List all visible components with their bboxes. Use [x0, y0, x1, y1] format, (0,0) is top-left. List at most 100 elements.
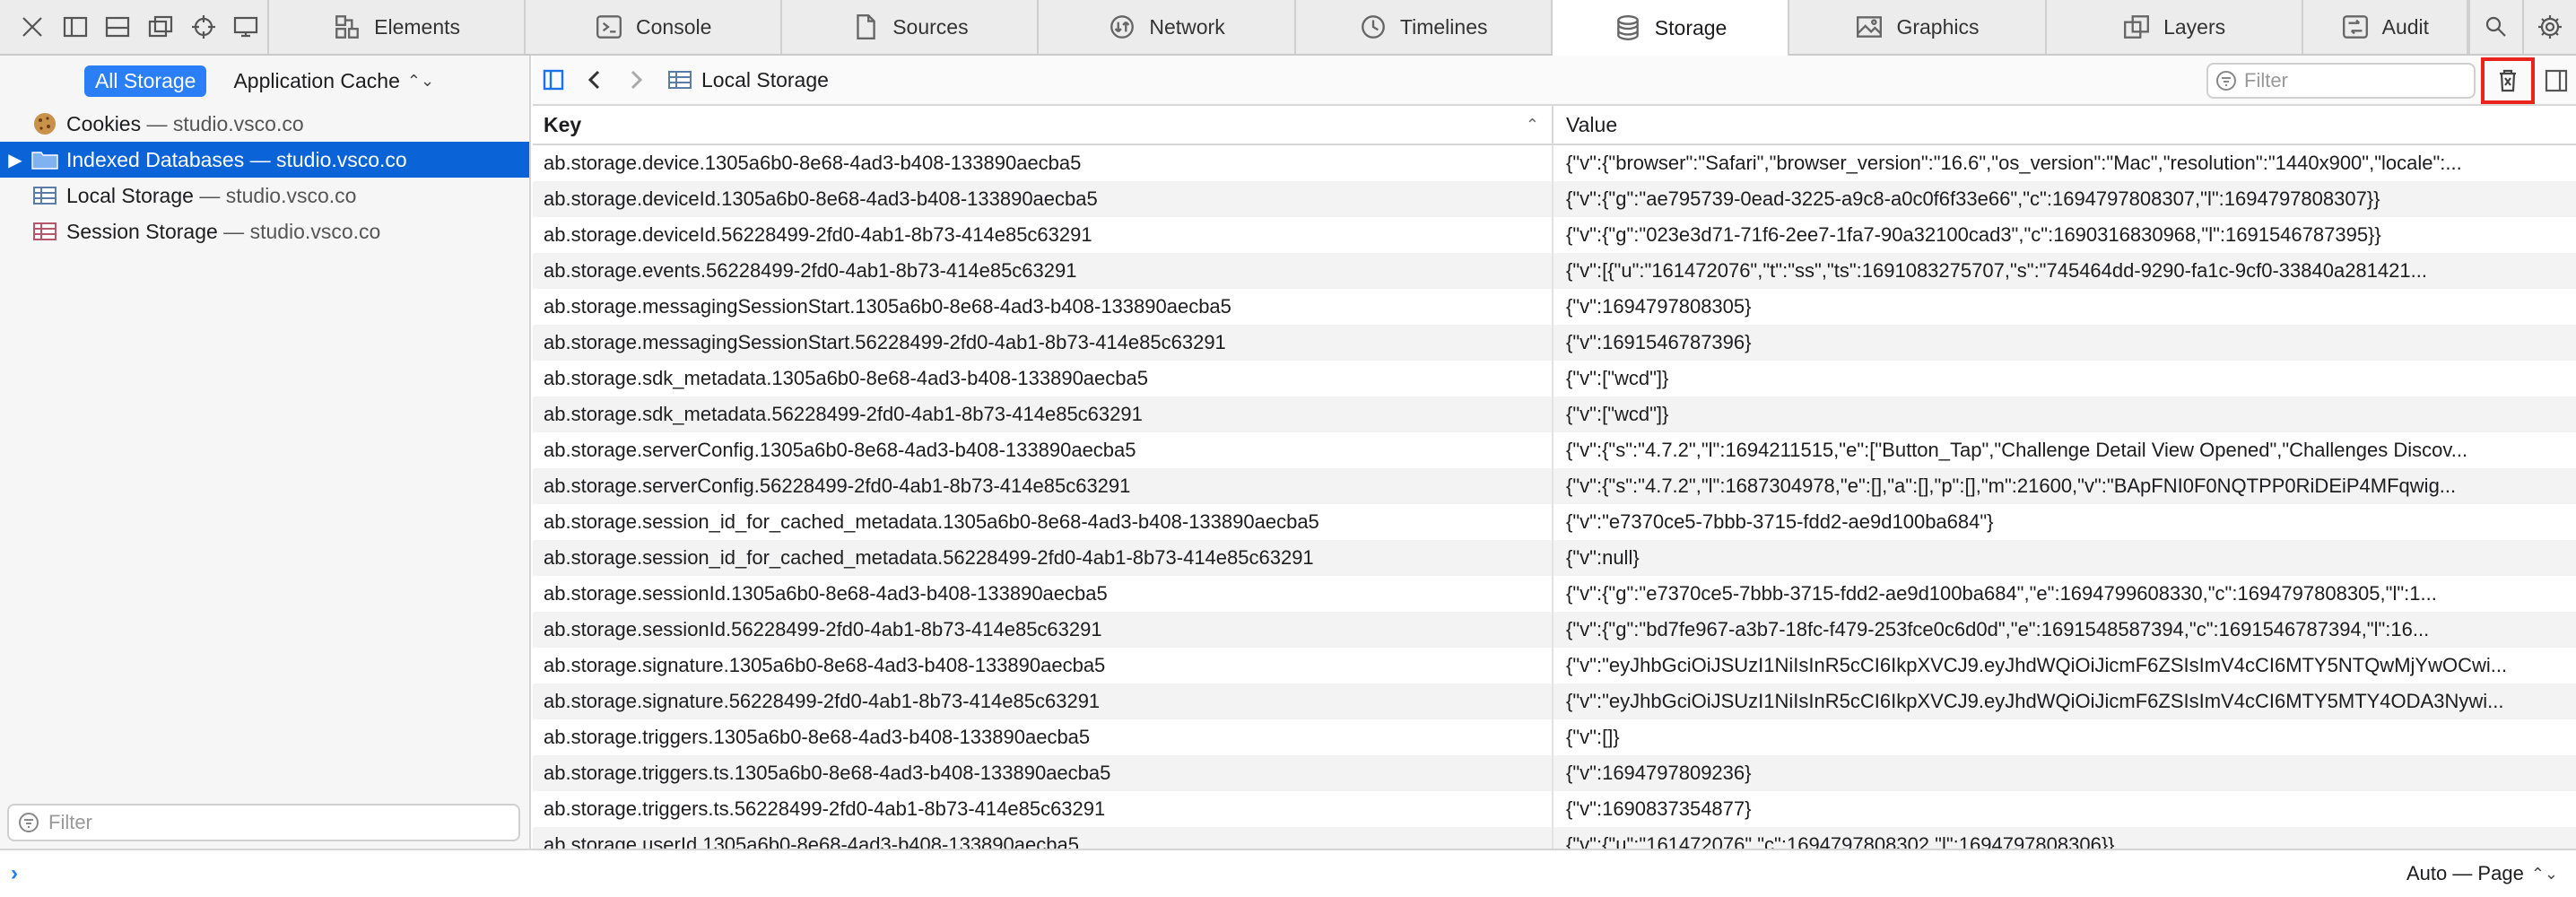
table-row[interactable]: ab.storage.session_id_for_cached_metadat…: [533, 504, 2576, 540]
tab-elements[interactable]: Elements: [269, 0, 527, 54]
tab-timelines[interactable]: Timelines: [1296, 0, 1553, 54]
cell-value[interactable]: {"v":null}: [1553, 540, 2574, 576]
table-row[interactable]: ab.storage.serverConfig.56228499-2fd0-4a…: [533, 468, 2576, 504]
content-filter-input[interactable]: [2244, 69, 2459, 92]
cell-value[interactable]: {"v":{"s":"4.7.2","l":1694211515,"e":["B…: [1553, 432, 2574, 468]
cell-value[interactable]: {"v":{"g":"e7370ce5-7bbb-3715-fdd2-ae9d1…: [1553, 576, 2574, 612]
cell-key[interactable]: ab.storage.sdk_metadata.56228499-2fd0-4a…: [533, 396, 1553, 432]
table-icon: [30, 219, 59, 244]
tab-storage[interactable]: Storage: [1552, 0, 1790, 56]
cell-key[interactable]: ab.storage.messagingSessionStart.1305a6b…: [533, 289, 1553, 325]
sidebar-filter-input[interactable]: [48, 811, 479, 834]
table-row[interactable]: ab.storage.triggers.1305a6b0-8e68-4ad3-b…: [533, 719, 2576, 755]
table-row[interactable]: ab.storage.triggers.ts.56228499-2fd0-4ab…: [533, 791, 2576, 827]
sidebar-item-indexed-databases[interactable]: ▶ Indexed Databases — studio.vsco.co: [0, 142, 529, 178]
cell-value[interactable]: {"v":{"g":"ae795739-0ead-3225-a9c8-a0c0f…: [1553, 181, 2574, 217]
cell-value[interactable]: {"v":{"g":"bd7fe967-a3b7-18fc-f479-253fc…: [1553, 612, 2574, 648]
table-row[interactable]: ab.storage.signature.1305a6b0-8e68-4ad3-…: [533, 648, 2576, 684]
sidebar-item-session-storage[interactable]: Session Storage — studio.vsco.co: [0, 213, 529, 249]
device-settings-icon[interactable]: [224, 0, 267, 54]
cell-value[interactable]: {"v":1690837354877}: [1553, 791, 2574, 827]
table-row[interactable]: ab.storage.deviceId.1305a6b0-8e68-4ad3-b…: [533, 181, 2576, 217]
disclosure-triangle-icon[interactable]: ▶: [0, 149, 30, 171]
clear-storage-button[interactable]: [2481, 57, 2535, 104]
right-tools: [2468, 0, 2576, 54]
sidebar-item-local-storage[interactable]: Local Storage — studio.vsco.co: [0, 178, 529, 213]
sources-icon: [857, 14, 875, 39]
cell-key[interactable]: ab.storage.sessionId.1305a6b0-8e68-4ad3-…: [533, 576, 1553, 612]
table-row[interactable]: ab.storage.events.56228499-2fd0-4ab1-8b7…: [533, 253, 2576, 289]
tab-layers[interactable]: Layers: [2047, 0, 2303, 54]
cell-key[interactable]: ab.storage.deviceId.1305a6b0-8e68-4ad3-b…: [533, 181, 1553, 217]
cell-value[interactable]: {"v":1691546787396}: [1553, 325, 2574, 361]
cell-key[interactable]: ab.storage.sessionId.56228499-2fd0-4ab1-…: [533, 612, 1553, 648]
cell-key[interactable]: ab.storage.triggers.1305a6b0-8e68-4ad3-b…: [533, 719, 1553, 755]
cell-key[interactable]: ab.storage.device.1305a6b0-8e68-4ad3-b40…: [533, 145, 1553, 181]
toggle-sidebar-button[interactable]: [533, 55, 574, 105]
breadcrumb[interactable]: Local Storage: [667, 68, 829, 92]
cell-value[interactable]: {"v":["wcd"]}: [1553, 396, 2574, 432]
dock-left-icon[interactable]: [54, 0, 97, 54]
column-header-key[interactable]: Key ⌃: [533, 105, 1553, 144]
table-row[interactable]: ab.storage.serverConfig.1305a6b0-8e68-4a…: [533, 432, 2576, 468]
table-row[interactable]: ab.storage.sdk_metadata.56228499-2fd0-4a…: [533, 396, 2576, 432]
column-header-value[interactable]: Value: [1553, 113, 1617, 137]
table-row[interactable]: ab.storage.deviceId.56228499-2fd0-4ab1-8…: [533, 217, 2576, 253]
cell-key[interactable]: ab.storage.messagingSessionStart.5622849…: [533, 325, 1553, 361]
forward-button[interactable]: [615, 55, 657, 105]
cell-value[interactable]: {"v":"e7370ce5-7bbb-3715-fdd2-ae9d100ba6…: [1553, 504, 2574, 540]
cell-key[interactable]: ab.storage.deviceId.56228499-2fd0-4ab1-8…: [533, 217, 1553, 253]
console-input[interactable]: [32, 862, 2275, 885]
cell-key[interactable]: ab.storage.signature.1305a6b0-8e68-4ad3-…: [533, 648, 1553, 684]
tab-sources[interactable]: Sources: [782, 0, 1040, 54]
cell-key[interactable]: ab.storage.userId.1305a6b0-8e68-4ad3-b40…: [533, 827, 1553, 849]
cell-key[interactable]: ab.storage.sdk_metadata.1305a6b0-8e68-4a…: [533, 361, 1553, 396]
element-picker-icon[interactable]: [182, 0, 225, 54]
application-cache-button[interactable]: Application Cache ⌃⌄: [222, 65, 445, 97]
toggle-details-sidebar-button[interactable]: [2540, 65, 2572, 97]
table-row[interactable]: ab.storage.sdk_metadata.1305a6b0-8e68-4a…: [533, 361, 2576, 396]
table-row[interactable]: ab.storage.signature.56228499-2fd0-4ab1-…: [533, 684, 2576, 719]
cell-value[interactable]: {"v":"eyJhbGciOiJSUzI1NiIsInR5cCI6IkpXVC…: [1553, 684, 2574, 719]
gear-icon[interactable]: [2522, 0, 2576, 54]
cell-key[interactable]: ab.storage.events.56228499-2fd0-4ab1-8b7…: [533, 253, 1553, 289]
table-row[interactable]: ab.storage.device.1305a6b0-8e68-4ad3-b40…: [533, 145, 2576, 181]
table-row[interactable]: ab.storage.triggers.ts.1305a6b0-8e68-4ad…: [533, 755, 2576, 791]
cell-value[interactable]: {"v":[]}: [1553, 719, 2574, 755]
table-row[interactable]: ab.storage.session_id_for_cached_metadat…: [533, 540, 2576, 576]
tab-network[interactable]: Network: [1039, 0, 1296, 54]
table-row[interactable]: ab.storage.userId.1305a6b0-8e68-4ad3-b40…: [533, 827, 2576, 849]
cell-key[interactable]: ab.storage.serverConfig.1305a6b0-8e68-4a…: [533, 432, 1553, 468]
all-storage-button[interactable]: All Storage: [83, 65, 207, 97]
cell-value[interactable]: {"v":{"browser":"Safari","browser_versio…: [1553, 145, 2574, 181]
search-icon[interactable]: [2468, 0, 2522, 54]
back-button[interactable]: [574, 55, 615, 105]
execution-context-select[interactable]: Auto — Page ⌃⌄: [2406, 862, 2558, 885]
cell-key[interactable]: ab.storage.serverConfig.56228499-2fd0-4a…: [533, 468, 1553, 504]
cell-key[interactable]: ab.storage.signature.56228499-2fd0-4ab1-…: [533, 684, 1553, 719]
table-row[interactable]: ab.storage.sessionId.1305a6b0-8e68-4ad3-…: [533, 576, 2576, 612]
cell-value[interactable]: {"v":{"s":"4.7.2","l":1687304978,"e":[],…: [1553, 468, 2574, 504]
dock-bottom-icon[interactable]: [96, 0, 139, 54]
cell-key[interactable]: ab.storage.session_id_for_cached_metadat…: [533, 540, 1553, 576]
sidebar-item-cookies[interactable]: Cookies — studio.vsco.co: [0, 106, 529, 142]
cell-value[interactable]: {"v":{"g":"023e3d71-71f6-2ee7-1fa7-90a32…: [1553, 217, 2574, 253]
cell-key[interactable]: ab.storage.session_id_for_cached_metadat…: [533, 504, 1553, 540]
tab-graphics[interactable]: Graphics: [1789, 0, 2047, 54]
cell-value[interactable]: {"v":[{"u":"161472076","t":"ss","ts":169…: [1553, 253, 2574, 289]
cell-value[interactable]: {"v":{"u":"161472076","c":1694797808302,…: [1553, 827, 2574, 849]
cell-value[interactable]: {"v":1694797808305}: [1553, 289, 2574, 325]
cell-value[interactable]: {"v":1694797809236}: [1553, 755, 2574, 791]
tab-console[interactable]: Console: [526, 0, 783, 54]
tab-audit[interactable]: Audit: [2303, 0, 2468, 54]
cell-key[interactable]: ab.storage.triggers.ts.56228499-2fd0-4ab…: [533, 791, 1553, 827]
table-row[interactable]: ab.storage.messagingSessionStart.5622849…: [533, 325, 2576, 361]
cell-value[interactable]: {"v":["wcd"]}: [1553, 361, 2574, 396]
table-row[interactable]: ab.storage.sessionId.56228499-2fd0-4ab1-…: [533, 612, 2576, 648]
tab-bar: Elements Console Sources Network Timelin…: [0, 0, 2576, 56]
table-row[interactable]: ab.storage.messagingSessionStart.1305a6b…: [533, 289, 2576, 325]
detach-window-icon[interactable]: [139, 0, 182, 54]
close-icon[interactable]: [11, 0, 54, 54]
cell-value[interactable]: {"v":"eyJhbGciOiJSUzI1NiIsInR5cCI6IkpXVC…: [1553, 648, 2574, 684]
cell-key[interactable]: ab.storage.triggers.ts.1305a6b0-8e68-4ad…: [533, 755, 1553, 791]
